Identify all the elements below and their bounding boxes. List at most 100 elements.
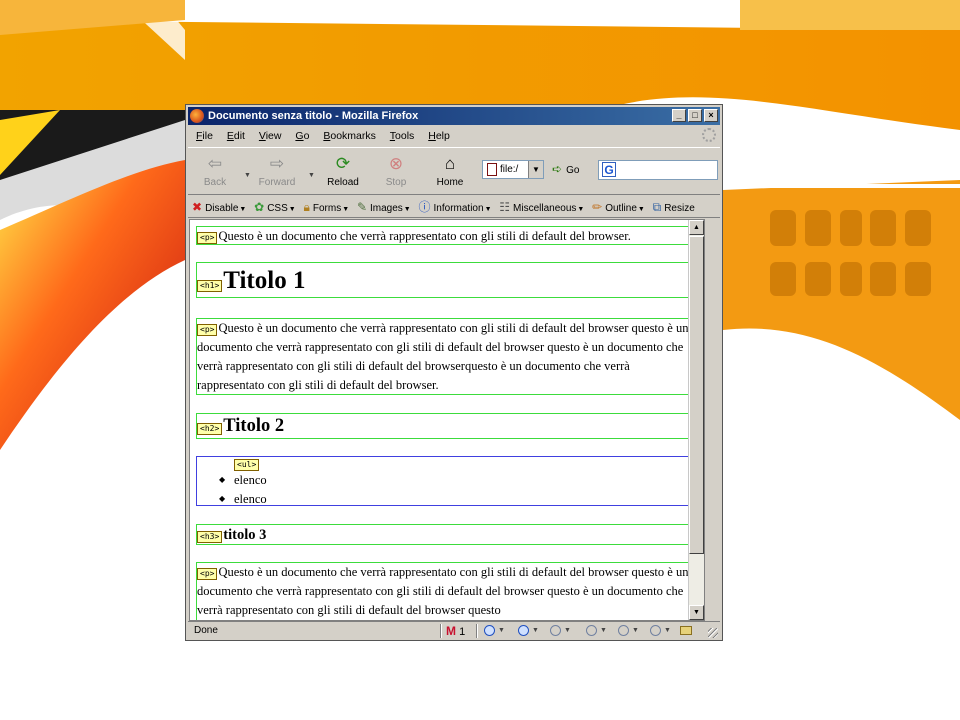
stop-button[interactable]: ⊗ Stop [371,152,421,188]
menu-edit[interactable]: Edit [227,127,245,145]
devbar-information[interactable]: ⓘ Information▼ [419,197,492,220]
images-icon: ✎ [356,200,367,214]
close-button[interactable]: × [704,109,718,122]
resize-grip-icon[interactable] [708,628,718,638]
menu-bar: File Edit View Go Bookmarks Tools Help [188,127,720,145]
tag-label-h1: <h1> [197,280,223,292]
tag-label-p: <p> [197,232,218,244]
stop-label: Stop [385,177,407,188]
vertical-scrollbar[interactable]: ▲ ▼ [688,220,704,620]
reload-label: Reload [327,177,359,188]
home-button[interactable]: ⌂ Home [425,152,475,188]
devbar-resize[interactable]: ⧉ Resize [653,197,695,219]
forward-label: Forward [258,177,296,188]
list-item: elenco [197,490,698,509]
dropdown-icon[interactable]: ▼ [664,622,671,640]
devbar-images[interactable]: ✎ Images▼ [357,197,411,220]
status-separator [440,624,442,638]
tag-label-p: <p> [197,324,218,336]
search-input[interactable]: G [598,160,718,180]
url-bar[interactable]: file:/ ▼ [482,160,544,179]
misc-list-icon: ☷ [499,200,511,214]
dropdown-icon: ▼ [342,206,350,213]
devbar-disable[interactable]: ✖ Disable▼ [192,197,246,220]
maximize-button[interactable]: □ [688,109,702,122]
devbar-css-label: CSS [267,203,288,214]
paragraph-2: <p> Questo è un documento che verrà rappr… [196,318,699,395]
folder-icon[interactable] [680,626,692,635]
minimize-button[interactable]: _ [672,109,686,122]
google-search-icon: G [602,162,616,177]
devbar-forms[interactable]: 🔒︎ Forms▼ [303,197,349,220]
url-dropdown-icon[interactable]: ▼ [528,161,543,178]
extension-forward-icon[interactable] [618,625,629,636]
title-bar: Documento senza titolo - Mozilla Firefox… [188,107,720,125]
heading-2: <h2> Titolo 2 [196,413,699,439]
menu-tools[interactable]: Tools [390,127,415,145]
scroll-up-icon[interactable]: ▲ [689,220,704,235]
extension-target-icon[interactable] [550,625,561,636]
devbar-forms-label: Forms [312,203,342,214]
menu-go[interactable]: Go [295,127,309,145]
scrollbar-thumb[interactable] [689,236,704,554]
dropdown-icon[interactable]: ▼ [532,622,539,640]
paragraph-1-text: Questo è un documento che verrà rapprese… [218,229,631,243]
extension-back-icon[interactable] [586,625,597,636]
lock-icon: 🔒︎ [303,200,310,214]
forward-arrow-icon: ⇨ [269,154,285,173]
dropdown-icon[interactable]: ▼ [498,622,505,640]
extension-settings-icon[interactable] [650,625,661,636]
firefox-icon [190,109,204,123]
menu-help[interactable]: Help [428,127,450,145]
heading-2-text: Titolo 2 [223,416,285,436]
page-content: <p> Questo è un documento che verrà rappr… [189,219,705,621]
status-bar: Done M 1 ▼ ▼ ▼ ▼ ▼ ▼ [188,621,720,640]
extension-globe-icon[interactable] [484,625,495,636]
devbar-miscellaneous[interactable]: ☷ Miscellaneous▼ [499,197,584,220]
dropdown-icon: ▼ [484,206,492,213]
reload-icon: ⟳ [335,154,351,173]
status-text: Done [194,625,218,636]
page-icon [487,163,497,176]
paragraph-3: <p> Questo è un documento che verrà rappr… [196,562,699,620]
heading-1: <h1> Titolo 1 [196,262,699,298]
dropdown-icon: ▼ [577,206,585,213]
web-developer-toolbar: ✖ Disable▼ ✿ CSS▼ 🔒︎ Forms▼ ✎ Images▼ ⓘ Infor… [188,197,720,218]
firefox-window: Documento senza titolo - Mozilla Firefox… [185,104,723,641]
scroll-down-icon[interactable]: ▼ [689,605,704,620]
go-button[interactable]: ➪ Go [552,162,579,176]
devbar-information-label: Information [433,203,484,214]
unordered-list: <ul> elenco elenco [196,456,699,509]
forward-button[interactable]: ⇨ Forward [252,152,302,188]
heading-1-text: Titolo 1 [223,267,306,294]
dropdown-icon[interactable]: ▼ [564,622,571,640]
extension-triangle-icon[interactable] [518,625,529,636]
devbar-css[interactable]: ✿ CSS▼ [254,197,296,220]
back-history-dropdown-icon[interactable]: ▼ [244,172,251,179]
menu-file[interactable]: File [196,127,213,145]
menu-view[interactable]: View [259,127,282,145]
window-title: Documento senza titolo - Mozilla Firefox [208,110,419,122]
heading-3: <h3> titolo 3 [196,524,699,545]
url-text: file:/ [500,164,519,175]
menu-bookmarks[interactable]: Bookmarks [323,127,376,145]
home-icon: ⌂ [444,154,456,173]
back-button[interactable]: ⇦ Back [190,152,240,188]
devbar-miscellaneous-label: Miscellaneous [513,203,577,214]
resize-icon: ⧉ [652,200,662,214]
navigation-toolbar: ⇦ Back ▼ ⇨ Forward ▼ ⟳ Reload ⊗ Stop ⌂ H… [188,147,720,195]
go-label: Go [566,165,580,176]
gmail-notifier[interactable]: M 1 [446,622,465,640]
paragraph-1: <p> Questo è un documento che verrà rappr… [196,226,699,245]
dropdown-icon[interactable]: ▼ [600,622,607,640]
devbar-resize-label: Resize [664,203,695,214]
status-separator [476,624,478,638]
tag-label-h2: <h2> [197,423,223,435]
forward-history-dropdown-icon[interactable]: ▼ [308,172,315,179]
dropdown-icon[interactable]: ▼ [632,622,639,640]
list-item: elenco [197,471,698,490]
go-arrow-icon: ➪ [552,162,563,176]
list-item-text: elenco [234,473,267,487]
devbar-outline[interactable]: ✏ Outline▼ [592,197,645,220]
reload-button[interactable]: ⟳ Reload [318,152,368,188]
